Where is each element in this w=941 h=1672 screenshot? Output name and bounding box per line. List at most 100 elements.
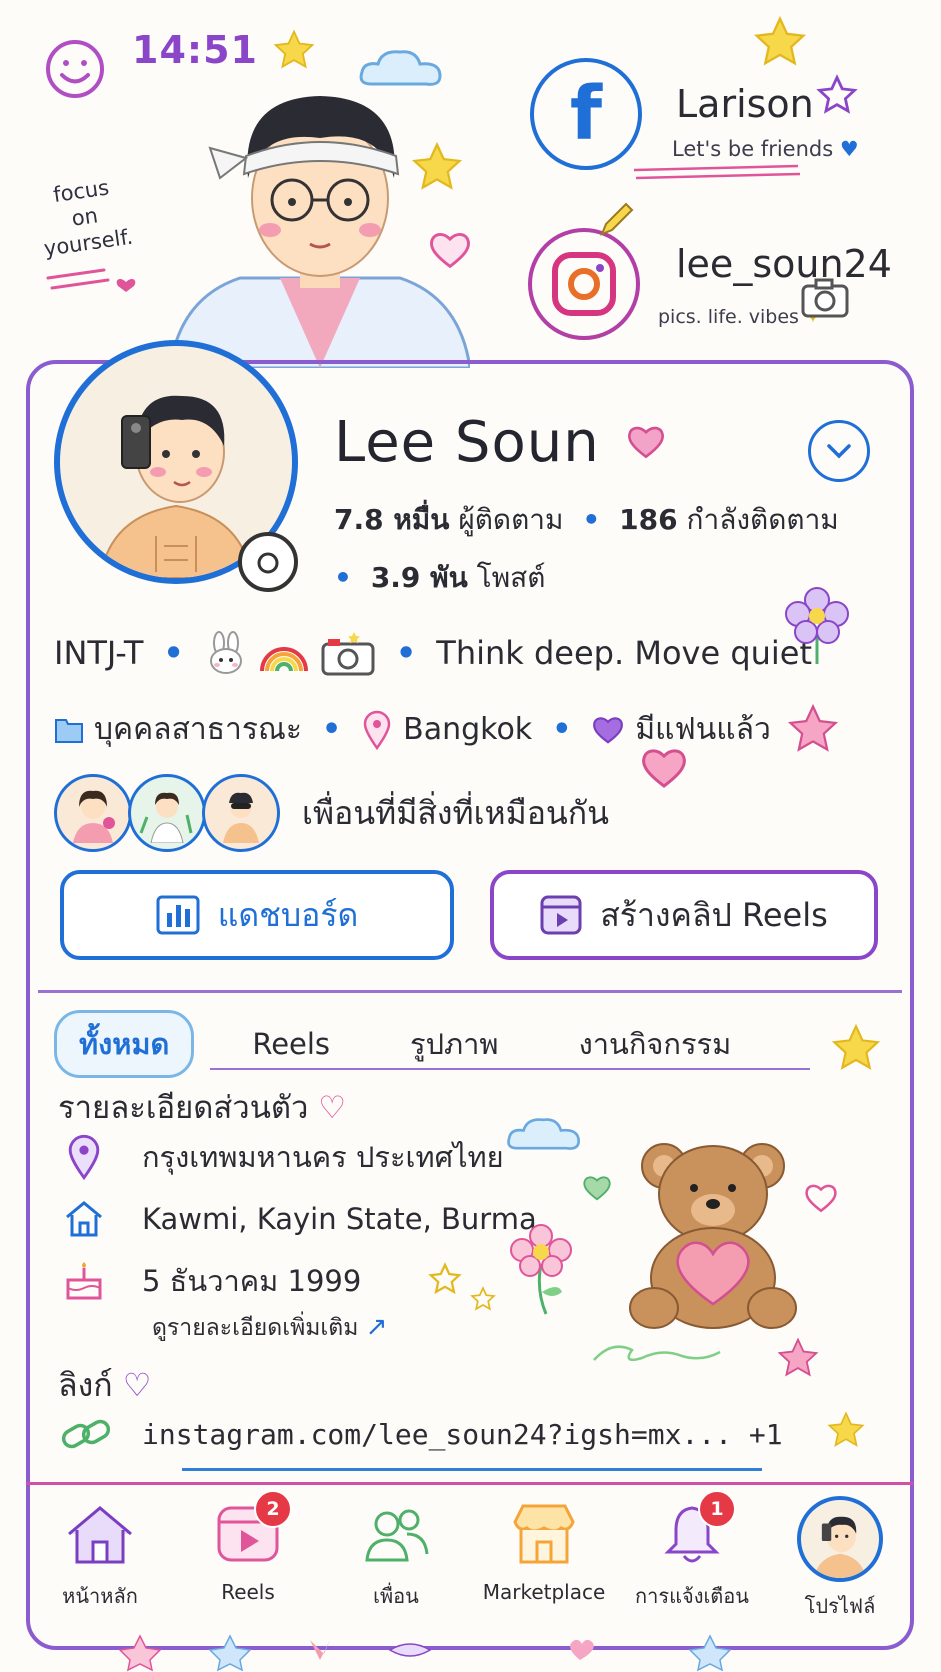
star-icon: [273, 29, 315, 69]
instagram-handle: lee_soun24: [676, 242, 892, 286]
tab-reels[interactable]: Reels: [230, 1019, 352, 1069]
profile-name: Lee Soun: [334, 410, 600, 475]
profile-category: บุคคลสาธารณะ: [94, 712, 302, 747]
followers-count[interactable]: 7.8 หมื่น: [334, 503, 449, 536]
location-pin-icon: [68, 1134, 100, 1180]
links-title: ลิงก์ ♡: [58, 1366, 152, 1404]
instagram-tagline: pics. life. vibes ✦: [658, 306, 821, 328]
mutual-friends-row[interactable]: เพื่อนที่มีสิ่งที่เหมือนกัน: [54, 774, 609, 852]
scribble-decoration: [593, 1345, 721, 1361]
rainbow-icon: [259, 647, 308, 672]
facebook-name: Larison: [676, 82, 814, 126]
nav-home[interactable]: หน้าหลัก: [30, 1496, 170, 1612]
link-row[interactable]: instagram.com/lee_soun24?igsh=mx... +1: [58, 1414, 783, 1454]
change-photo-camera-icon[interactable]: [238, 532, 298, 592]
nav-profile[interactable]: โปรไฟล์: [770, 1496, 910, 1622]
followers-label: ผู้ติดตาม: [458, 503, 564, 536]
details-title: รายละเอียดส่วนตัว ♡: [58, 1090, 347, 1126]
status-time: 14:51: [132, 28, 258, 72]
bunny-icon: [209, 631, 242, 674]
facebook-tagline: Let's be friends ♥: [672, 137, 859, 161]
tab-events[interactable]: งานกิจกรรม: [557, 1013, 754, 1075]
bar-chart-icon: [156, 895, 200, 935]
birthday-cake-icon: [66, 1262, 102, 1300]
focus-note: focus on yourself.: [35, 172, 134, 262]
nav-notifications[interactable]: 1 การแจ้งเตือน: [622, 1490, 762, 1612]
birthday-row: 5 ธันวาคม 1999: [58, 1258, 361, 1304]
tab-all[interactable]: ทั้งหมด: [54, 1010, 195, 1078]
heart-icon: [628, 426, 664, 459]
flower-icon: [785, 587, 849, 664]
profile-avatar: [797, 1496, 883, 1582]
friends-icon: [365, 1509, 429, 1562]
nav-reels[interactable]: 2 Reels: [178, 1490, 318, 1604]
bottom-nav: หน้าหลัก 2 Reels เพื่อน Marketplace 1 กา…: [26, 1490, 914, 1626]
cover-character-illustration: [170, 96, 470, 368]
dashboard-button[interactable]: แดชบอร์ด: [60, 870, 454, 960]
profile-location: Bangkok: [403, 712, 533, 747]
instagram-logo-icon[interactable]: [528, 228, 640, 340]
bottom-nav-divider: [26, 1482, 914, 1485]
reels-icon: [540, 895, 582, 935]
notifications-badge: 1: [698, 1490, 736, 1528]
heart-icon: [642, 749, 686, 788]
nav-home-label: หน้าหลัก: [62, 1584, 138, 1608]
mutual-friend-avatar[interactable]: [202, 774, 280, 852]
tab-photos[interactable]: รูปภาพ: [388, 1013, 521, 1075]
bottom-decorations: [118, 1634, 732, 1672]
tagline-underline: [633, 164, 801, 180]
star-outline-icon: [470, 1286, 496, 1311]
create-reels-button-label: สร้างคลิป Reels: [600, 895, 828, 934]
current-city-row: กรุงเทพมหานคร ประเทศไทย: [58, 1134, 504, 1180]
star-icon: [754, 15, 806, 66]
smiley-icon: [46, 40, 104, 98]
tabs-underline: [210, 1068, 810, 1070]
heart-icon: [593, 716, 624, 744]
camera-icon: [801, 278, 849, 318]
focus-underline: [46, 268, 136, 292]
section-divider: [38, 990, 902, 993]
see-more-details-link[interactable]: ดูรายละเอียดเพิ่มเติม ↗: [152, 1310, 387, 1346]
chevron-down-icon: [827, 444, 851, 459]
mutual-friends-text: เพื่อนที่มีสิ่งที่เหมือนกัน: [302, 793, 610, 832]
star-icon: [777, 1337, 819, 1377]
dashboard-button-label: แดชบอร์ด: [217, 895, 359, 934]
nav-friends-label: เพื่อน: [373, 1584, 419, 1608]
nav-marketplace[interactable]: Marketplace: [474, 1496, 614, 1604]
home-icon: [68, 1506, 132, 1564]
bio-motto: Think deep. Move quiet: [436, 634, 813, 672]
reels-badge: 2: [254, 1490, 292, 1528]
folder-icon: [55, 718, 83, 743]
profile-dropdown-button[interactable]: [808, 420, 870, 482]
link-chain-icon: [61, 1419, 111, 1449]
nav-profile-label: โปรไฟล์: [804, 1594, 876, 1618]
mutual-friend-avatar[interactable]: [128, 774, 206, 852]
profile-stats: 7.8 หมื่น ผู้ติดตาม • 186 กำลังติดตาม: [334, 503, 839, 536]
link-underline: [182, 1468, 762, 1471]
nav-notifications-label: การแจ้งเตือน: [635, 1584, 749, 1608]
following-label: กำลังติดตาม: [686, 503, 839, 536]
following-count[interactable]: 186: [619, 503, 677, 536]
cloud-icon: [507, 1118, 581, 1150]
flower-icon: [510, 1224, 572, 1315]
nav-reels-label: Reels: [221, 1580, 275, 1604]
star-icon: [827, 1411, 865, 1447]
marketplace-icon: [513, 1504, 575, 1564]
star-icon: [787, 703, 839, 752]
nav-friends[interactable]: เพื่อน: [326, 1496, 466, 1612]
star-outline-icon: [428, 1262, 462, 1295]
mbti-type: INTJ-T: [54, 634, 144, 672]
create-reels-button[interactable]: สร้างคลิป Reels: [490, 870, 878, 960]
posts-count[interactable]: 3.9 พัน: [371, 561, 468, 594]
home-icon: [66, 1201, 102, 1237]
location-pin-icon: [363, 710, 391, 750]
pencil-icon: [600, 202, 634, 236]
star-outline-icon: [816, 74, 858, 114]
heart-icon: [583, 1176, 611, 1201]
current-city: กรุงเทพมหานคร ประเทศไทย: [142, 1140, 504, 1174]
profile-link-url[interactable]: instagram.com/lee_soun24?igsh=mx... +1: [142, 1418, 783, 1451]
facebook-logo-icon[interactable]: f: [530, 58, 642, 170]
camera-star-icon: [321, 632, 375, 676]
posts-label: โพสต์: [476, 561, 546, 594]
mutual-friend-avatar[interactable]: [54, 774, 132, 852]
